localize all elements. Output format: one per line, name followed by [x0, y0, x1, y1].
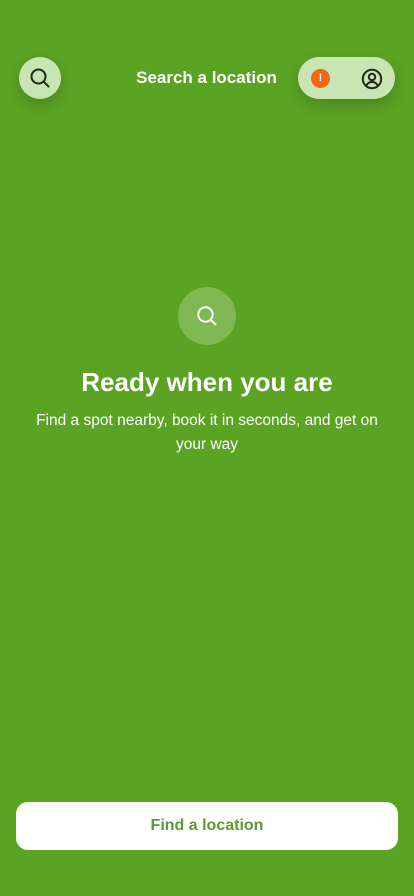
find-location-button[interactable]: Find a location [16, 802, 398, 850]
page-title: Search a location [136, 68, 277, 87]
user-circle-icon [361, 68, 383, 90]
search-icon [197, 306, 217, 326]
alert-icon[interactable]: ! [311, 69, 330, 88]
search-button[interactable] [19, 57, 61, 99]
search-icon [30, 68, 50, 88]
account-button[interactable] [358, 65, 386, 93]
empty-state-icon [178, 287, 236, 345]
header-actions: ! [298, 57, 395, 99]
empty-state-description: Find a spot nearby, book it in seconds, … [36, 412, 378, 453]
home-screen: Search a location ! Ready when you are F… [0, 0, 414, 896]
empty-state-title: Ready when you are [81, 367, 333, 397]
